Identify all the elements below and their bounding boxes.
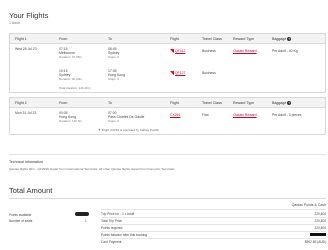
f2-travel-class: First [202, 113, 209, 117]
reward-type-heading: Reward Type [233, 101, 255, 105]
trip-price-label: Trip Price for - 1 x Adult [101, 212, 135, 216]
seg2-stops: Stops: 0 [108, 77, 120, 81]
flight-2-date: Mon 31 Jul 23 [15, 111, 37, 115]
travel-class-heading: Travel Class [202, 101, 222, 105]
f2-baggage: Per Adult - 3 pieces [272, 113, 302, 117]
seg2-flight-link[interactable]: QF127 [170, 71, 185, 76]
travel-class-heading: Travel Class [202, 37, 222, 41]
section-divider [9, 154, 326, 155]
passenger-count: 1 Adult [9, 21, 20, 25]
qantas-logo-icon [170, 49, 174, 54]
seg2-duration: Duration: 9h 20m [59, 77, 83, 81]
plane-icon: ✈ [98, 128, 101, 132]
seg2-travel-class: Business [202, 71, 216, 75]
f2-stops: Stops: 0 [108, 119, 120, 123]
flight-1-date: Wed 26 Jul 23 [15, 47, 37, 51]
row-divider [101, 231, 326, 232]
total-amount-panel: Points available Number of seats 1 Qanta… [9, 198, 326, 250]
number-of-seats-value: 1 [85, 219, 87, 223]
classic-reward-link[interactable]: Classic Reward [233, 49, 257, 53]
qantas-logo-icon [170, 71, 174, 76]
flight-1-header: Flight 1 From To Flight Travel Class Rew… [10, 34, 325, 44]
technical-info-text: Qantas flights QF1 - QF2999 depart from … [9, 167, 176, 171]
seg1-duration: Duration: 1h 35m [59, 55, 83, 59]
baggage-heading: Baggage? [272, 37, 292, 42]
points-cash-heading: Qantas Points & Cash [291, 203, 326, 207]
from-heading: From [59, 37, 68, 41]
flight-1-card: Flight 1 From To Flight Travel Class Rew… [9, 33, 326, 93]
row-divider [101, 238, 326, 239]
seg1-travel-class: Business [202, 49, 216, 53]
reward-type-heading: Reward Type [233, 37, 255, 41]
points-balance-value [310, 233, 326, 236]
your-flights-title: Your Flights [9, 11, 49, 20]
f2-duration: Duration: 13h 5m [59, 119, 83, 123]
info-icon[interactable]: ? [287, 37, 292, 42]
card-payment-label: Card Payment [101, 240, 122, 244]
classic-reward-link[interactable]: Classic Reward [233, 113, 257, 117]
points-required-label: Points required [101, 226, 123, 230]
points-required-value: 220,800 [314, 226, 326, 230]
flight-heading: Flight [170, 101, 179, 105]
number-of-seats-label: Number of seats [9, 219, 33, 223]
total-trip-price-label: Total Trip Price [101, 219, 123, 223]
flight-number-heading: Flight 1 [15, 37, 27, 41]
row-divider [101, 209, 326, 210]
flight-number-heading: Flight 2 [15, 101, 27, 105]
points-available-value [75, 212, 89, 216]
to-heading: To [108, 37, 112, 41]
row-divider [101, 217, 326, 218]
points-available-label: Points available [9, 213, 32, 217]
card-payment-value: $962.89 (AUD) [304, 240, 326, 244]
to-heading: To [108, 101, 112, 105]
flight-2-header: Flight 2 From To Flight Travel Class Rew… [10, 98, 325, 108]
operated-by-note: ✈Flight CX261 is operated by Cathay Paci… [98, 128, 159, 132]
points-balance-label: Points balance after this booking [101, 233, 148, 237]
flight-2-card: Flight 2 From To Flight Travel Class Rew… [9, 97, 326, 135]
info-icon[interactable]: ? [287, 101, 292, 106]
total-duration: Total duration: 12h 20m [59, 86, 91, 90]
flight-heading: Flight [170, 37, 179, 41]
trip-price-value: 220,800 [314, 212, 326, 216]
total-amount-title: Total Amount [9, 186, 53, 195]
seg1-baggage: Per Adult - 40 Kg [272, 49, 298, 53]
total-trip-price-value: 220,800 [314, 219, 326, 223]
baggage-heading: Baggage? [272, 101, 292, 106]
page: Your Flights 1 Adult Flight 1 From To Fl… [9, 0, 326, 250]
seg1-flight-link[interactable]: QF412 [170, 49, 185, 54]
from-heading: From [59, 101, 68, 105]
seg1-stops: Stops: 0 [108, 55, 120, 59]
row-divider [101, 224, 326, 225]
technical-info-title: Technical Information [9, 160, 43, 164]
f2-flight-link[interactable]: CX261 [170, 113, 180, 117]
